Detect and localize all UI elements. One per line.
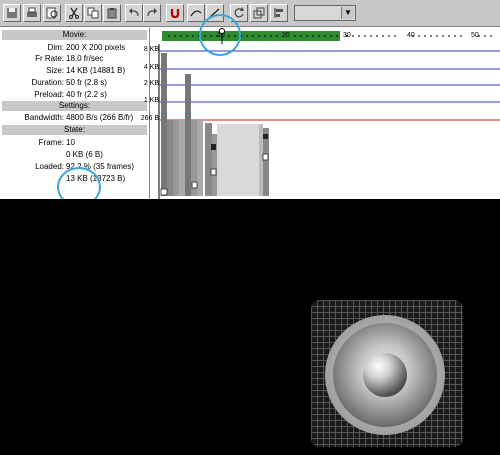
preload-value: 40 fr (2.2 s) <box>66 90 107 99</box>
dim-label: Dim: <box>47 43 64 52</box>
frame-bar-9 <box>212 134 217 196</box>
bandwidth-label: Bandwidth: <box>24 113 64 122</box>
speaker-graphic-container <box>311 300 463 447</box>
timeline-label-20: 20 <box>282 32 290 39</box>
printer-icon <box>27 7 37 17</box>
magnet-icon <box>170 9 180 19</box>
size-value: 14 KB (14881 B) <box>66 66 126 75</box>
undo-button[interactable] <box>125 4 143 22</box>
duration-value: 50 fr (2.8 s) <box>66 78 107 87</box>
frame-value: 10 <box>66 138 75 147</box>
bandwidth-value: 4800 B/s (266 B/fr) <box>66 113 134 122</box>
fr-rate-label: Fr Rate: <box>35 54 64 63</box>
redo-icon <box>147 8 157 17</box>
frame-marker-2 <box>191 181 198 189</box>
timeline-label-40: 40 <box>407 32 415 39</box>
frame-size-row: 0 KB (6 B) <box>0 149 148 160</box>
movie-section-header: Movie: <box>2 30 147 40</box>
frame-bar-3 <box>173 120 179 196</box>
y-label-266b: 266 B <box>140 115 159 122</box>
chevron-down-icon: ▼ <box>341 7 354 19</box>
fr-rate-row: Fr Rate: 18.0 fr/sec <box>0 53 148 64</box>
y-label-2kb: 2 KB <box>143 80 159 87</box>
frame-row: Frame: 10 <box>0 137 148 148</box>
frame-bar-11 <box>259 124 263 196</box>
copy-button[interactable] <box>84 4 102 22</box>
loaded-label: Loaded: <box>35 162 64 171</box>
scale-button[interactable] <box>250 4 268 22</box>
scissors-icon <box>69 7 79 19</box>
frame-bar-8 <box>205 123 212 196</box>
curve-arrow-icon <box>190 10 202 17</box>
save-button[interactable] <box>3 4 21 22</box>
undo-icon <box>129 8 139 17</box>
bandwidth-row: Bandwidth: 4800 B/s (266 B/fr) <box>0 112 148 123</box>
magnet-button[interactable] <box>166 4 184 22</box>
duration-row: Duration: 50 fr (2.8 s) <box>0 77 148 88</box>
preload-row: Preload: 40 fr (2.2 s) <box>0 89 148 100</box>
bandwidth-profiler-panel: ▼ Movie: Dim: 200 X 200 pixels Fr Rate: … <box>0 0 500 207</box>
smooth-button[interactable] <box>187 4 205 22</box>
frame-label: Frame: <box>38 138 64 147</box>
size-row: Size: 14 KB (14881 B) <box>0 65 148 76</box>
paste-button[interactable] <box>103 4 121 22</box>
settings-section-header: Settings: <box>2 101 147 111</box>
bandwidth-graph: 8 KB 4 KB 2 KB 1 KB 266 B <box>141 44 500 199</box>
size-label: Size: <box>46 66 64 75</box>
callout-circle-timeline <box>199 14 241 56</box>
toolbar: ▼ <box>0 0 500 27</box>
frame-size-value: 0 KB (6 B) <box>66 150 103 159</box>
frame-bar-4 <box>179 120 185 196</box>
rotate-icon <box>234 7 244 18</box>
frame-bar-2 <box>167 120 173 196</box>
y-label-4kb: 4 KB <box>143 64 159 71</box>
y-label-1kb: 1 KB <box>143 97 159 104</box>
y-label-8kb: 8 KB <box>143 46 159 53</box>
graph-canvas <box>158 44 500 199</box>
clipboard-icon <box>107 8 117 19</box>
copy-icon <box>87 7 99 19</box>
floppy-icon <box>7 8 17 18</box>
zoom-select[interactable]: ▼ <box>294 5 356 21</box>
timeline-label-50: 50 <box>471 32 479 39</box>
scale-icon <box>253 7 265 19</box>
cut-button[interactable] <box>65 4 83 22</box>
align-icon <box>274 8 283 18</box>
preload-label: Preload: <box>34 90 64 99</box>
frame-marker-1 <box>160 188 168 196</box>
frame-bar-7 <box>197 120 203 196</box>
print-preview-button[interactable] <box>43 4 61 22</box>
movie-stage <box>0 199 500 455</box>
dim-value: 200 X 200 pixels <box>66 43 126 52</box>
redo-button[interactable] <box>143 4 161 22</box>
fr-rate-value: 18.0 fr/sec <box>66 54 104 63</box>
frame-bar-5 <box>185 74 191 196</box>
timeline-label-30: 30 <box>343 32 351 39</box>
frame-marker-4 <box>210 168 217 176</box>
frame-marker-3 <box>211 144 216 150</box>
align-button[interactable] <box>270 4 288 22</box>
frame-marker-5 <box>263 134 268 139</box>
speaker-icon <box>325 315 445 435</box>
frame-bar-1 <box>161 53 167 196</box>
magnifier-page-icon <box>46 7 58 19</box>
duration-label: Duration: <box>31 78 64 87</box>
print-button[interactable] <box>23 4 41 22</box>
state-section-header: State: <box>2 125 147 135</box>
frame-marker-6 <box>262 153 269 161</box>
dim-row: Dim: 200 X 200 pixels <box>0 42 148 53</box>
frame-bar-10 <box>217 124 261 196</box>
